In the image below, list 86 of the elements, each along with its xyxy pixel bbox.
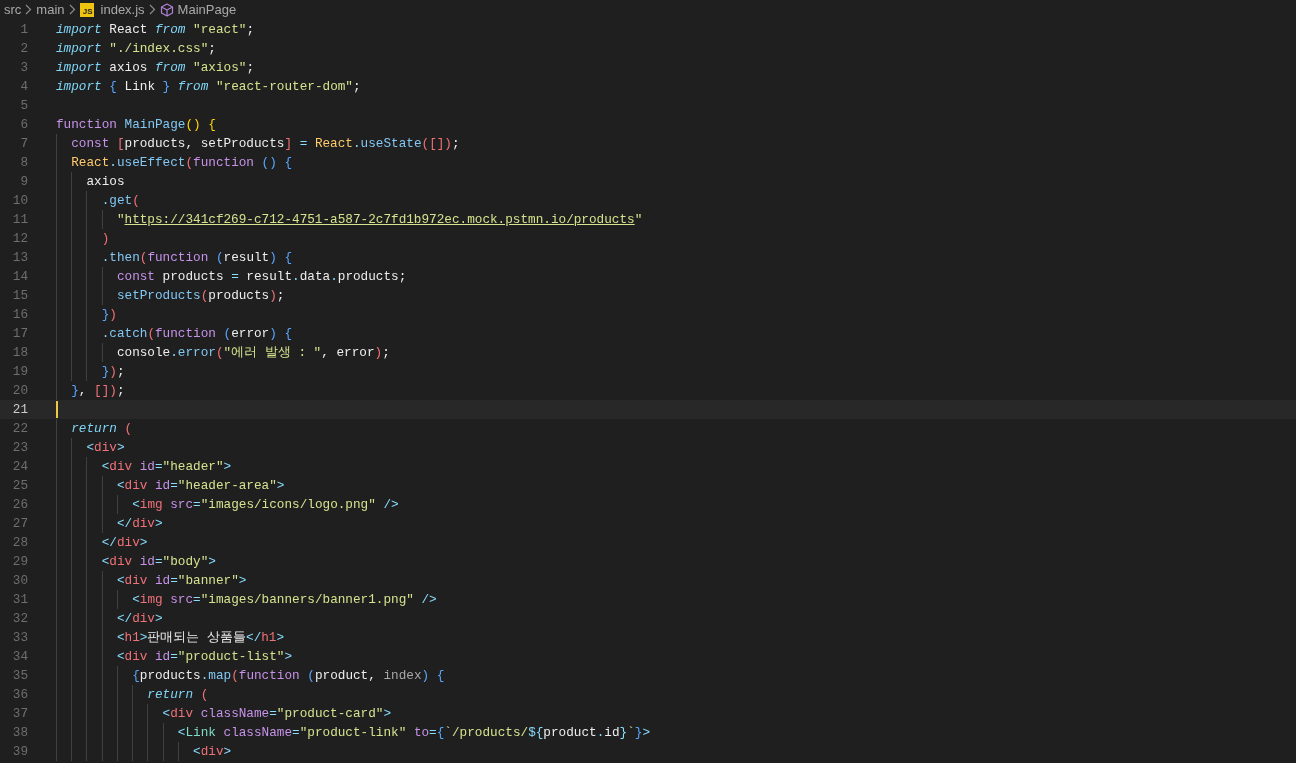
line-number: 19 [11,363,28,381]
line-number: 20 [11,382,28,400]
line-number: 35 [11,667,28,685]
line-number: 32 [11,610,28,628]
code-line: }) [100,306,117,324]
line-number: 10 [11,192,28,210]
line-number: 39 [11,743,28,761]
breadcrumb-item[interactable]: MainPage [177,0,237,20]
code-line: import axios from "axios"; [56,59,254,77]
code-line: import React from "react"; [56,21,254,39]
code-line: }); [100,363,125,381]
line-number: 34 [11,648,28,666]
text-cursor [56,401,58,418]
line-number: 5 [19,97,28,115]
code-line: .then(function (result) { [100,249,293,267]
code-line: <div id="header-area"> [115,477,285,495]
line-number: 6 [19,116,28,134]
code-line: setProducts(products); [115,287,285,305]
code-line: <div id="product-list"> [115,648,293,666]
code-line: <img src="images/banners/banner1.png" /> [131,591,437,609]
line-number: 11 [11,211,28,229]
code-line: const [products, setProducts] = React.useState([]); [70,135,460,153]
line-number: 36 [11,686,28,704]
line-number: 38 [11,724,28,742]
chevron-right-icon [148,4,156,15]
line-number: 7 [19,135,28,153]
breadcrumb-item[interactable]: src [4,0,22,20]
code-line: React.useEffect(function () { [70,154,293,172]
line-number: 4 [19,78,28,96]
chevron-right-icon [25,4,33,15]
line-number: 2 [19,40,28,58]
line-number: 1 [19,21,28,39]
line-number: 15 [11,287,28,305]
breadcrumb-item[interactable]: index.js [100,0,145,20]
code-line: }, []); [70,382,125,400]
line-number: 17 [11,325,28,343]
code-line: import "./index.css"; [56,40,216,58]
code-line: </div> [115,515,163,533]
line-number: 22 [11,420,28,438]
code-line: .catch(function (error) { [100,325,293,343]
line-number: 23 [11,439,28,457]
line-number: 13 [11,249,28,267]
code-line: "https://341cf269-c712-4751-a587-2c7fd1b972ec.mock.pstmn.io/products" [115,211,643,229]
code-line: <h1>판매되는 상품들</h1> [115,629,285,647]
code-line: <img src="images/icons/logo.png" /> [131,496,399,514]
line-number: 26 [11,496,28,514]
code-line: </div> [100,534,148,552]
code-line: <div id="banner"> [115,572,247,590]
line-number: 30 [11,572,28,590]
code-line: return ( [70,420,133,438]
code-line: return ( [146,686,209,704]
line-number: 14 [11,268,28,286]
code-line: console.error("에러 발생 : ", error); [115,344,390,362]
code-line: axios [85,173,125,191]
line-number: 16 [11,306,28,324]
code-line: import { Link } from "react-router-dom"; [56,78,361,96]
chevron-right-icon [68,4,76,15]
line-number: 25 [11,477,28,495]
code-line: <div className="product-card"> [161,705,392,723]
js-file-icon: JS [79,2,94,17]
code-line: </div> [115,610,163,628]
line-number: 8 [19,154,28,172]
line-number: 9 [19,173,28,191]
code-line: <div> [192,743,232,761]
line-number: 3 [19,59,28,77]
line-number: 33 [11,629,28,647]
code-line: {products.map(function (product, index) { [131,667,445,685]
line-number: 29 [11,553,28,571]
code-line: <Link className="product-link" to={`/products/${product.id}`}> [176,724,650,742]
line-number: 12 [11,230,28,248]
code-line: .get( [100,192,140,210]
code-line: ) [100,230,110,248]
code-line: <div> [85,439,125,457]
breadcrumb-item[interactable]: main [36,0,65,20]
line-number: 21 [11,401,28,419]
line-number: 37 [11,705,28,723]
line-number: 18 [11,344,28,362]
code-line: function MainPage() { [56,116,216,134]
code-line: const products = result.data.products; [115,268,407,286]
line-number: 28 [11,534,28,552]
code-line: <div id="header"> [100,458,232,476]
line-number: 24 [11,458,28,476]
line-number: 31 [11,591,28,609]
line-number: 27 [11,515,28,533]
code-line: <div id="body"> [100,553,216,571]
cube-icon [159,2,174,17]
